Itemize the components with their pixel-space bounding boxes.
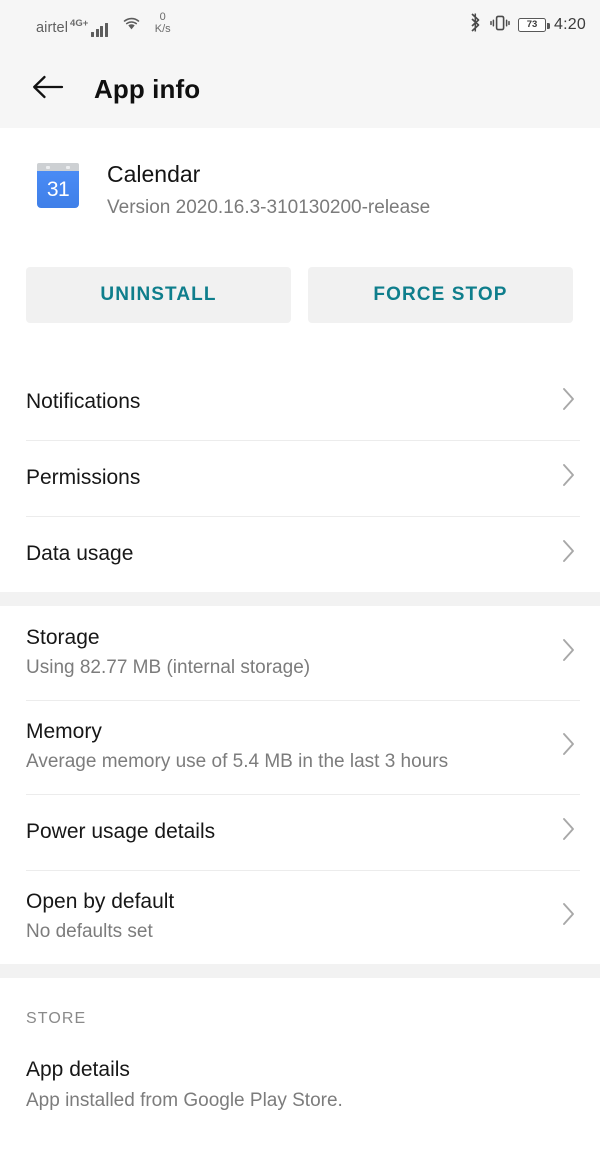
settings-group-usage: Notifications Permissions Data usage [0,363,600,592]
battery-level-label: 73 [526,19,538,31]
section-divider [0,963,600,978]
sidebar-item-open-by-default[interactable]: Open by default No defaults set [0,869,600,964]
sidebar-item-notifications[interactable]: Notifications [0,363,600,440]
bluetooth-icon [469,13,482,37]
sidebar-item-app-details[interactable]: App details App installed from Google Pl… [0,1027,600,1114]
row-subtitle: No defaults set [26,921,153,943]
settings-group-store: STORE App details App installed from Goo… [0,977,600,1114]
row-title: Storage [26,626,100,649]
row-title: Memory [26,720,102,743]
row-title: Data usage [26,541,134,565]
calendar-icon-day: 31 [46,178,70,201]
row-subtitle: App installed from Google Play Store. [26,1089,343,1111]
vibrate-icon [490,14,510,37]
uninstall-button[interactable]: UNINSTALL [26,266,291,323]
sidebar-item-power-usage-details[interactable]: Power usage details [0,793,600,870]
action-buttons: UNINSTALL FORCE STOP [0,220,600,323]
row-text: Permissions [26,458,140,497]
app-bar: App info [0,50,600,128]
app-meta: Calendar Version 2020.16.3-310130200-rel… [107,158,430,220]
row-text: Power usage details [26,812,215,851]
settings-group-resources: Storage Using 82.77 MB (internal storage… [0,605,600,964]
row-title: Power usage details [26,819,216,843]
row-title: App details [26,1057,130,1081]
section-header-store: STORE [0,977,600,1028]
chevron-right-icon [562,902,576,931]
chevron-right-icon [562,539,576,568]
network-type-label: 4G+ [70,18,89,30]
force-stop-button[interactable]: FORCE STOP [308,266,573,323]
row-title: Open by default [26,890,175,913]
app-version: Version 2020.16.3-310130200-release [107,196,431,218]
clock-label: 4:20 [554,16,586,33]
header-spacer [0,322,600,364]
calendar-icon-body: 31 [37,171,79,208]
section-divider [0,591,600,606]
chevron-right-icon [562,638,576,667]
sidebar-item-storage[interactable]: Storage Using 82.77 MB (internal storage… [0,605,600,700]
page-title: App info [94,73,201,104]
row-text: Open by default No defaults set [26,882,174,951]
row-subtitle: Average memory use of 5.4 MB in the last… [26,751,449,773]
carrier-label: airtel [36,20,69,37]
row-text: Storage Using 82.77 MB (internal storage… [26,618,310,687]
sidebar-item-memory[interactable]: Memory Average memory use of 5.4 MB in t… [0,699,600,794]
row-text: Notifications [26,382,140,421]
wifi-icon [122,16,141,36]
chevron-right-icon [562,387,576,416]
chevron-right-icon [562,732,576,761]
row-subtitle: Using 82.77 MB (internal storage) [26,657,311,679]
app-name: Calendar [107,161,201,187]
chevron-right-icon [562,463,576,492]
back-button[interactable] [27,68,69,110]
row-title: Notifications [26,389,141,413]
status-bar-right: 73 4:20 [469,0,586,50]
signal-bars-icon [91,22,108,37]
data-speed-unit: K/s [154,23,171,35]
status-bar-left: airtel 4G+ 0 K/s [36,12,171,37]
calendar-icon: 31 [35,163,81,209]
chevron-right-icon [562,817,576,846]
app-header: 31 Calendar Version 2020.16.3-310130200-… [0,128,600,220]
status-bar: airtel 4G+ 0 K/s 73 4:20 [0,0,600,50]
row-title: Permissions [26,465,141,489]
battery-icon: 73 [518,18,550,32]
row-text: Memory Average memory use of 5.4 MB in t… [26,712,448,781]
sidebar-item-data-usage[interactable]: Data usage [0,515,600,592]
arrow-left-icon [32,74,64,105]
sidebar-item-permissions[interactable]: Permissions [0,439,600,516]
data-speed-indicator: 0 K/s [155,12,171,35]
row-text: Data usage [26,534,133,573]
